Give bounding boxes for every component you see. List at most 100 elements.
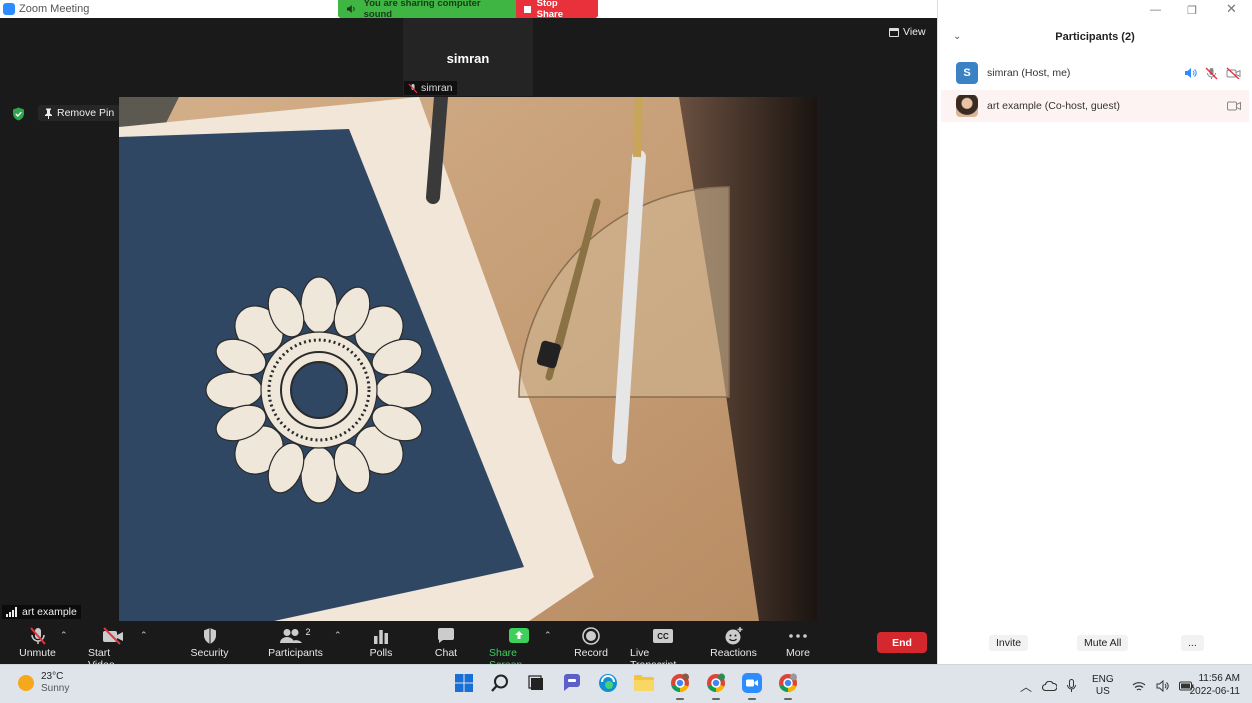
remove-pin-button[interactable]: Remove Pin xyxy=(38,105,121,121)
start-button[interactable] xyxy=(452,671,476,695)
more-options-button[interactable]: ... xyxy=(1181,635,1204,651)
unmute-button[interactable]: Unmute xyxy=(19,625,56,659)
chrome-app-profile-3[interactable] xyxy=(776,671,800,700)
muted-mic-icon xyxy=(29,627,46,645)
volume-icon[interactable] xyxy=(1156,680,1169,692)
system-tray: ︿ ENG US xyxy=(1020,674,1194,698)
close-icon[interactable]: ✕ xyxy=(1226,1,1237,17)
video-options-chevron-icon[interactable]: ⌃ xyxy=(140,630,148,641)
search-button[interactable] xyxy=(488,671,512,695)
participants-count: 2 xyxy=(305,627,311,637)
avatar xyxy=(956,95,978,117)
polls-icon xyxy=(374,630,388,644)
security-button[interactable]: Security xyxy=(191,625,228,659)
signal-strength-icon xyxy=(6,607,17,617)
chrome-icon xyxy=(671,673,689,693)
zoom-taskbar-app[interactable] xyxy=(740,671,764,700)
muted-mic-icon[interactable] xyxy=(1205,67,1218,80)
participant-name: art example (Co-host, guest) xyxy=(987,100,1121,112)
video-camera-icon[interactable] xyxy=(1227,101,1241,111)
tile-label-text: simran xyxy=(421,82,453,94)
svg-text:CC: CC xyxy=(657,632,669,641)
meeting-toolbar: Unmute ⌃ Start Video ⌃ Security 2 Partic… xyxy=(0,622,937,671)
weather-temp: 23°C xyxy=(41,671,64,682)
chrome-icon xyxy=(779,673,797,693)
participants-options-chevron-icon[interactable]: ⌃ xyxy=(334,630,342,641)
end-meeting-button[interactable]: End xyxy=(877,632,927,653)
chat-button[interactable]: Chat xyxy=(435,625,457,659)
onedrive-cloud-icon[interactable] xyxy=(1042,681,1058,691)
taskbar-apps xyxy=(452,671,800,700)
stop-share-button[interactable]: Stop Share xyxy=(516,0,598,20)
windows-logo-icon xyxy=(455,674,473,692)
reactions-button[interactable]: Reactions xyxy=(710,625,757,659)
more-button[interactable]: More xyxy=(785,625,811,659)
chrome-icon xyxy=(707,673,725,693)
show-hidden-icons-chevron-icon[interactable]: ︿ xyxy=(1020,678,1032,695)
windows-taskbar: 23°C Sunny ︿ ENG US 11:56 AM 2022-06-11 xyxy=(0,664,1252,703)
sharing-sound-status: You are sharing computer sound xyxy=(338,0,516,20)
teams-chat-icon xyxy=(564,674,580,691)
participant-row[interactable]: art example (Co-host, guest) xyxy=(941,90,1249,122)
participants-button[interactable]: 2 Participants xyxy=(268,625,323,659)
keyboard-region: US xyxy=(1095,686,1110,697)
chat-icon xyxy=(437,628,454,643)
tile-name: simran xyxy=(446,51,490,66)
file-explorer-app[interactable] xyxy=(632,671,656,695)
weather-widget[interactable]: 23°C Sunny xyxy=(18,671,69,695)
invite-button[interactable]: Invite xyxy=(989,635,1029,651)
main-video-feed[interactable] xyxy=(119,97,817,621)
record-icon xyxy=(582,627,600,645)
mute-all-button[interactable]: Mute All xyxy=(1077,635,1129,651)
window-title: Zoom Meeting xyxy=(19,3,90,15)
edge-app[interactable] xyxy=(596,671,620,695)
chrome-app-profile-2[interactable] xyxy=(704,671,728,700)
wifi-icon[interactable] xyxy=(1132,681,1146,692)
participant-row[interactable]: S simran (Host, me) xyxy=(941,57,1249,89)
video-area: simran simran View Remove Pin art exampl… xyxy=(0,18,937,622)
avatar: S xyxy=(956,62,978,84)
video-off-icon[interactable] xyxy=(1226,67,1241,79)
sun-icon xyxy=(18,675,34,691)
audio-options-chevron-icon[interactable]: ⌃ xyxy=(60,630,68,641)
chat-label: Chat xyxy=(434,647,458,659)
unmute-label: Unmute xyxy=(19,647,56,659)
zoom-icon xyxy=(742,673,762,693)
chrome-app-profile-1[interactable] xyxy=(668,671,692,700)
closed-caption-icon: CC xyxy=(652,629,673,643)
sharing-sound-text: You are sharing computer sound xyxy=(363,0,481,20)
share-screen-icon xyxy=(508,628,529,643)
video-frame-image xyxy=(119,97,817,621)
view-label: View xyxy=(903,26,926,38)
share-banner: You are sharing computer sound Stop Shar… xyxy=(338,0,598,20)
polls-label: Polls xyxy=(369,647,393,659)
record-button[interactable]: Record xyxy=(574,625,608,659)
polls-button[interactable]: Polls xyxy=(369,625,393,659)
encryption-shield-icon[interactable] xyxy=(12,107,25,121)
participants-title: Participants (2) xyxy=(1055,31,1135,43)
restore-icon[interactable]: ❐ xyxy=(1187,4,1197,17)
teams-chat-app[interactable] xyxy=(560,671,584,695)
language-code: ENG xyxy=(1092,674,1114,685)
zoom-app-icon xyxy=(3,3,15,15)
participants-label: Participants xyxy=(268,647,323,659)
task-view-icon xyxy=(528,675,543,690)
view-button[interactable]: View xyxy=(889,26,926,38)
participants-panel: — ❐ ✕ ⌄ Participants (2) S simran (Host,… xyxy=(937,0,1252,664)
more-dots-icon xyxy=(789,634,807,638)
participant-status-icons xyxy=(1184,67,1241,80)
more-label: More xyxy=(786,647,810,659)
stop-square-icon xyxy=(524,5,531,13)
task-view-button[interactable] xyxy=(524,671,548,695)
muted-mic-icon xyxy=(408,83,418,93)
microphone-icon[interactable] xyxy=(1067,679,1077,693)
minimize-icon[interactable]: — xyxy=(1150,4,1161,16)
taskbar-clock[interactable]: 11:56 AM 2022-06-11 xyxy=(1188,672,1240,698)
grid-view-icon xyxy=(889,27,899,37)
shield-icon xyxy=(203,628,216,644)
language-indicator[interactable]: ENG US xyxy=(1092,674,1114,698)
share-options-chevron-icon[interactable]: ⌃ xyxy=(544,630,552,641)
record-label: Record xyxy=(574,647,608,659)
security-label: Security xyxy=(190,647,229,659)
remove-pin-label: Remove Pin xyxy=(57,107,115,119)
